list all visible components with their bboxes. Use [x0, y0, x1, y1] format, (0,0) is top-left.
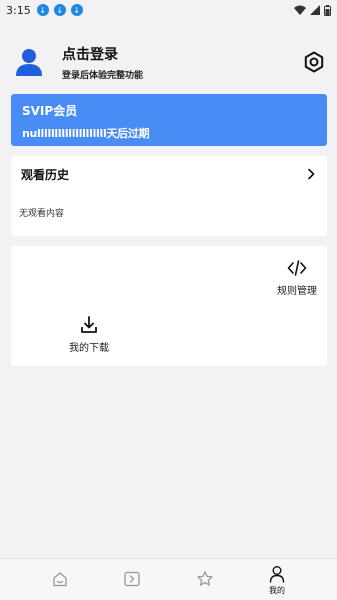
status-time: 3:15	[6, 3, 31, 17]
home-icon	[53, 572, 67, 587]
my-downloads-button[interactable]: 我的下载	[59, 316, 119, 354]
history-title: 观看历史	[21, 167, 70, 182]
rules-management-button[interactable]: 规则管理	[267, 259, 327, 297]
vip-card[interactable]: SVIP会员 nullllllllllllllllllll天后过期	[11, 94, 327, 146]
download-icon	[81, 316, 97, 333]
my-downloads-label: 我的下载	[69, 343, 109, 354]
person-icon	[269, 565, 285, 583]
settings-icon[interactable]	[303, 51, 325, 73]
play-icon	[124, 571, 140, 587]
download-icon: ↓	[70, 4, 83, 16]
code-icon	[287, 260, 307, 276]
history-card: 观看历史 无观看内容	[11, 156, 327, 236]
status-bar: 3:15 ↓ ↓ ↓	[0, 0, 337, 20]
rules-management-label: 规则管理	[277, 286, 317, 297]
profile-text[interactable]: 点击登录 登录后体验完整功能	[62, 44, 143, 81]
star-icon	[197, 571, 213, 586]
nav-favorites[interactable]	[170, 559, 240, 600]
download-icon: ↓	[53, 4, 66, 16]
vip-title: SVIP会员	[22, 104, 78, 118]
avatar-icon[interactable]	[14, 47, 44, 77]
wifi-icon	[294, 5, 306, 15]
history-empty-text: 无观看内容	[19, 209, 65, 219]
signal-icon	[310, 5, 320, 15]
bottom-nav: 我的	[0, 558, 337, 600]
profile-header[interactable]: 点击登录 登录后体验完整功能	[12, 40, 327, 84]
chevron-right-icon[interactable]	[305, 168, 317, 180]
download-icon: ↓	[36, 4, 49, 16]
vip-expire-text: nullllllllllllllllllll天后过期	[22, 127, 150, 140]
history-header[interactable]: 观看历史	[21, 166, 317, 182]
tools-card: 规则管理 我的下载	[11, 246, 327, 366]
login-title[interactable]: 点击登录	[62, 44, 143, 64]
battery-icon	[324, 4, 331, 16]
nav-mine[interactable]: 我的	[242, 559, 312, 600]
nav-home[interactable]	[25, 559, 95, 600]
status-icons	[294, 4, 331, 16]
nav-play[interactable]	[97, 559, 167, 600]
login-subtitle: 登录后体验完整功能	[62, 70, 144, 81]
nav-mine-label: 我的	[269, 585, 285, 595]
